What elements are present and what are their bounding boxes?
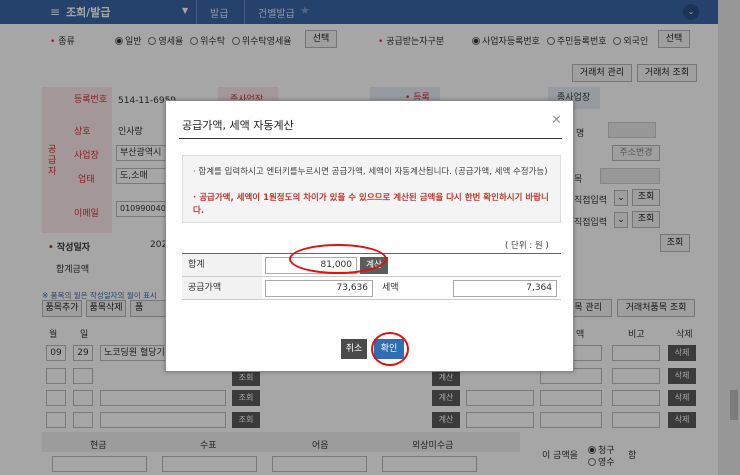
- cancel-button[interactable]: 취소: [341, 339, 367, 359]
- notice-box: · 합계를 입력하시고 엔터키를누르시면 공급가액, 세액이 자동계산됩니다. …: [182, 155, 561, 223]
- supply-value[interactable]: 73,636: [265, 280, 373, 297]
- highlight-ring-confirm: [371, 332, 409, 366]
- title-divider: [179, 138, 562, 139]
- notice-line-2: · 공급가액, 세액이 1원정도의 차이가 있을 수 있으므로 계산된 금액을 …: [193, 193, 549, 216]
- supply-tax-row: 공급가액 73,636 세액 7,364: [182, 277, 561, 300]
- tax-value[interactable]: 7,364: [453, 280, 557, 297]
- unit-label: ( 단위 : 원 ): [505, 241, 549, 251]
- notice-line-1: · 합계를 입력하시고 엔터키를누르시면 공급가액, 세액이 자동계산됩니다. …: [193, 167, 548, 177]
- tax-label: 세액: [376, 277, 456, 299]
- total-label: 합계: [182, 254, 262, 276]
- auto-calc-dialog: 공급가액, 세액 자동계산 ✕ · 합계를 입력하시고 엔터키를누르시면 공급가…: [165, 100, 574, 372]
- close-icon[interactable]: ✕: [551, 113, 562, 128]
- supply-label: 공급가액: [182, 277, 262, 299]
- dialog-title: 공급가액, 세액 자동계산: [182, 119, 294, 132]
- highlight-ring-total: [289, 244, 387, 274]
